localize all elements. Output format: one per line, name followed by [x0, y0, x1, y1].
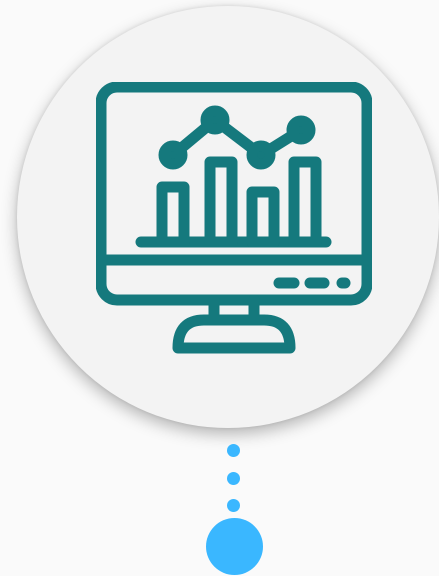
bar-chart-graphic [135, 156, 332, 248]
connector-dot [227, 472, 240, 485]
step-marker-dot [206, 518, 263, 575]
infographic-step [0, 0, 439, 576]
connector-dot [227, 444, 240, 457]
connector-dot [227, 499, 240, 512]
trend-line-graphic [158, 105, 316, 170]
analytics-monitor-icon [96, 82, 372, 354]
